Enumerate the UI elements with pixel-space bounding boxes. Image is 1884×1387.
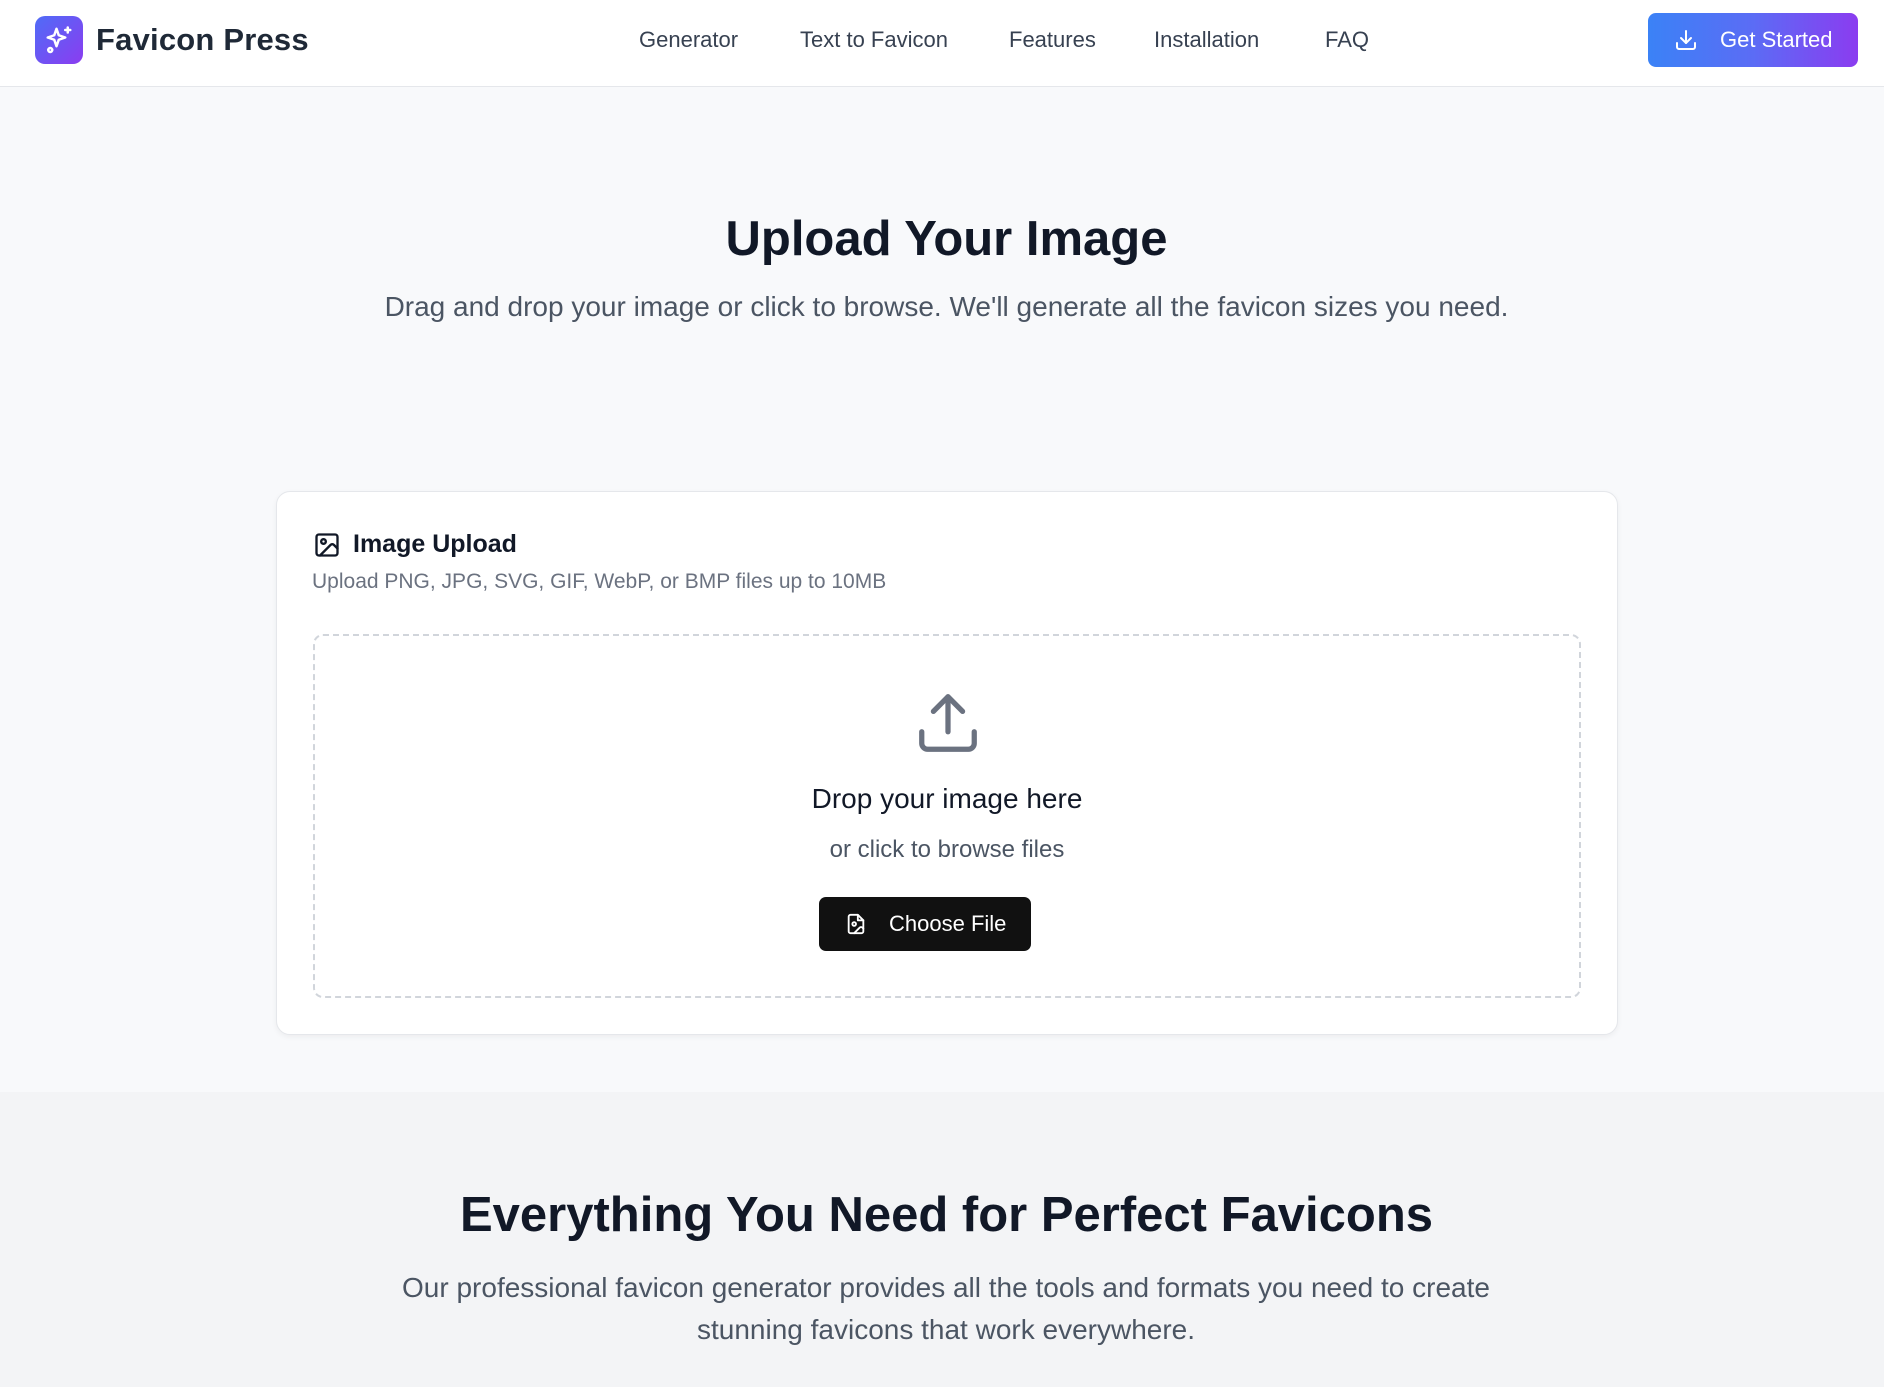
page-title: Upload Your Image (725, 212, 1168, 266)
main-nav: Generator Text to Favicon Features Insta… (0, 27, 1884, 57)
card-description: Upload PNG, JPG, SVG, GIF, WebP, or BMP … (312, 570, 887, 593)
image-icon (315, 532, 339, 557)
get-started-label: Get Started (1720, 27, 1833, 52)
choose-file-label: Choose File (889, 911, 1007, 936)
features-title: Everything You Need for Perfect Favicons (459, 1188, 1433, 1242)
nav-generator[interactable]: Generator (639, 27, 738, 53)
nav-features[interactable]: Features (1009, 27, 1096, 53)
file-image-icon (847, 913, 865, 935)
image-upload-card: Image Upload Upload PNG, JPG, SVG, GIF, … (276, 491, 1618, 1035)
download-icon (1676, 30, 1696, 50)
top-navbar: Favicon Press Generator Text to Favicon … (0, 0, 1884, 87)
choose-file-button[interactable]: Choose File (819, 897, 1031, 951)
file-dropzone[interactable]: Drop your image here or click to browse … (313, 634, 1581, 998)
card-title: Image Upload (353, 530, 517, 558)
nav-installation[interactable]: Installation (1154, 27, 1259, 53)
page-subtitle: Drag and drop your image or click to bro… (384, 291, 1509, 322)
dropzone-title: Drop your image here (811, 783, 1083, 814)
nav-faq[interactable]: FAQ (1325, 27, 1369, 53)
dropzone-subtitle: or click to browse files (829, 836, 1065, 863)
features-subtitle: Our professional favicon generator provi… (402, 1272, 1490, 1345)
get-started-button[interactable]: Get Started (1648, 13, 1858, 67)
card-header: Image Upload (313, 530, 517, 559)
upload-icon (919, 694, 977, 752)
upload-section: Upload Your Image Drag and drop your ima… (0, 88, 1884, 1092)
nav-text-to-favicon[interactable]: Text to Favicon (800, 27, 948, 53)
features-section: Everything You Need for Perfect Favicons… (0, 1092, 1884, 1387)
